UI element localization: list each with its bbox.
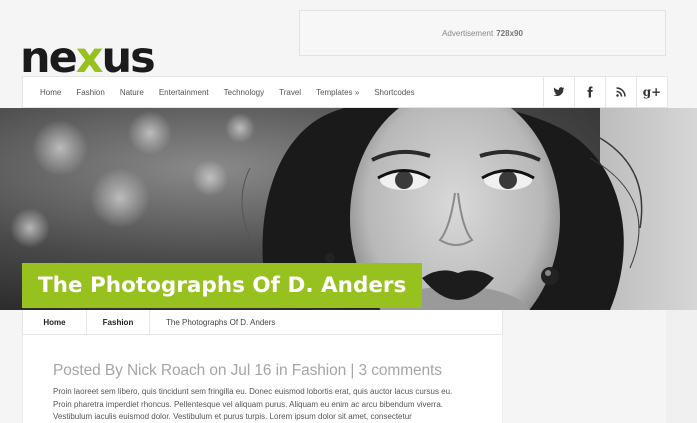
nav-item-technology[interactable]: Technology	[224, 88, 264, 97]
post-body: Proin laoreet sem libero, quis tincidunt…	[53, 387, 453, 421]
post-content: Posted By Nick Roach on Jul 16 in Fashio…	[22, 335, 503, 423]
ad-label: Advertisement	[442, 28, 494, 38]
google-plus-icon: g+	[642, 85, 662, 99]
nav-item-entertainment[interactable]: Entertainment	[159, 88, 209, 97]
facebook-icon	[587, 86, 593, 98]
post-meta: Posted By Nick Roach on Jul 16 in Fashio…	[53, 362, 442, 379]
google-plus-button[interactable]: g+	[636, 77, 667, 107]
nav-item-travel[interactable]: Travel	[279, 88, 301, 97]
logo-text: nexus	[20, 33, 156, 83]
breadcrumb: Home Fashion The Photographs Of D. Ander…	[22, 310, 503, 335]
breadcrumb-current: The Photographs Of D. Anders	[166, 317, 276, 327]
nav-item-fashion[interactable]: Fashion	[76, 88, 104, 97]
nav-menu: Home Fashion Nature Entertainment Techno…	[23, 88, 543, 97]
breadcrumb-category[interactable]: Fashion	[87, 310, 150, 334]
ad-size: 728x90	[496, 28, 523, 38]
rss-icon	[616, 87, 626, 97]
post-title: The Photographs Of D. Anders	[22, 263, 423, 308]
advertisement-banner[interactable]: Advertisement 728x90	[299, 10, 666, 56]
twitter-icon	[553, 87, 565, 97]
page-edge	[666, 310, 697, 423]
featured-image: The Photographs Of D. Anders	[0, 108, 697, 310]
facebook-button[interactable]	[574, 77, 605, 107]
twitter-button[interactable]	[543, 77, 574, 107]
nav-item-nature[interactable]: Nature	[120, 88, 144, 97]
social-links: g+	[543, 77, 667, 107]
nav-item-templates[interactable]: Templates »	[316, 88, 359, 97]
rss-button[interactable]	[605, 77, 636, 107]
nav-item-shortcodes[interactable]: Shortcodes	[374, 88, 414, 97]
nav-item-home[interactable]: Home	[40, 88, 61, 97]
main-navigation: Home Fashion Nature Entertainment Techno…	[22, 76, 668, 108]
breadcrumb-home[interactable]: Home	[23, 310, 87, 334]
site-logo[interactable]: nexus	[20, 33, 200, 83]
sidebar	[503, 310, 666, 423]
